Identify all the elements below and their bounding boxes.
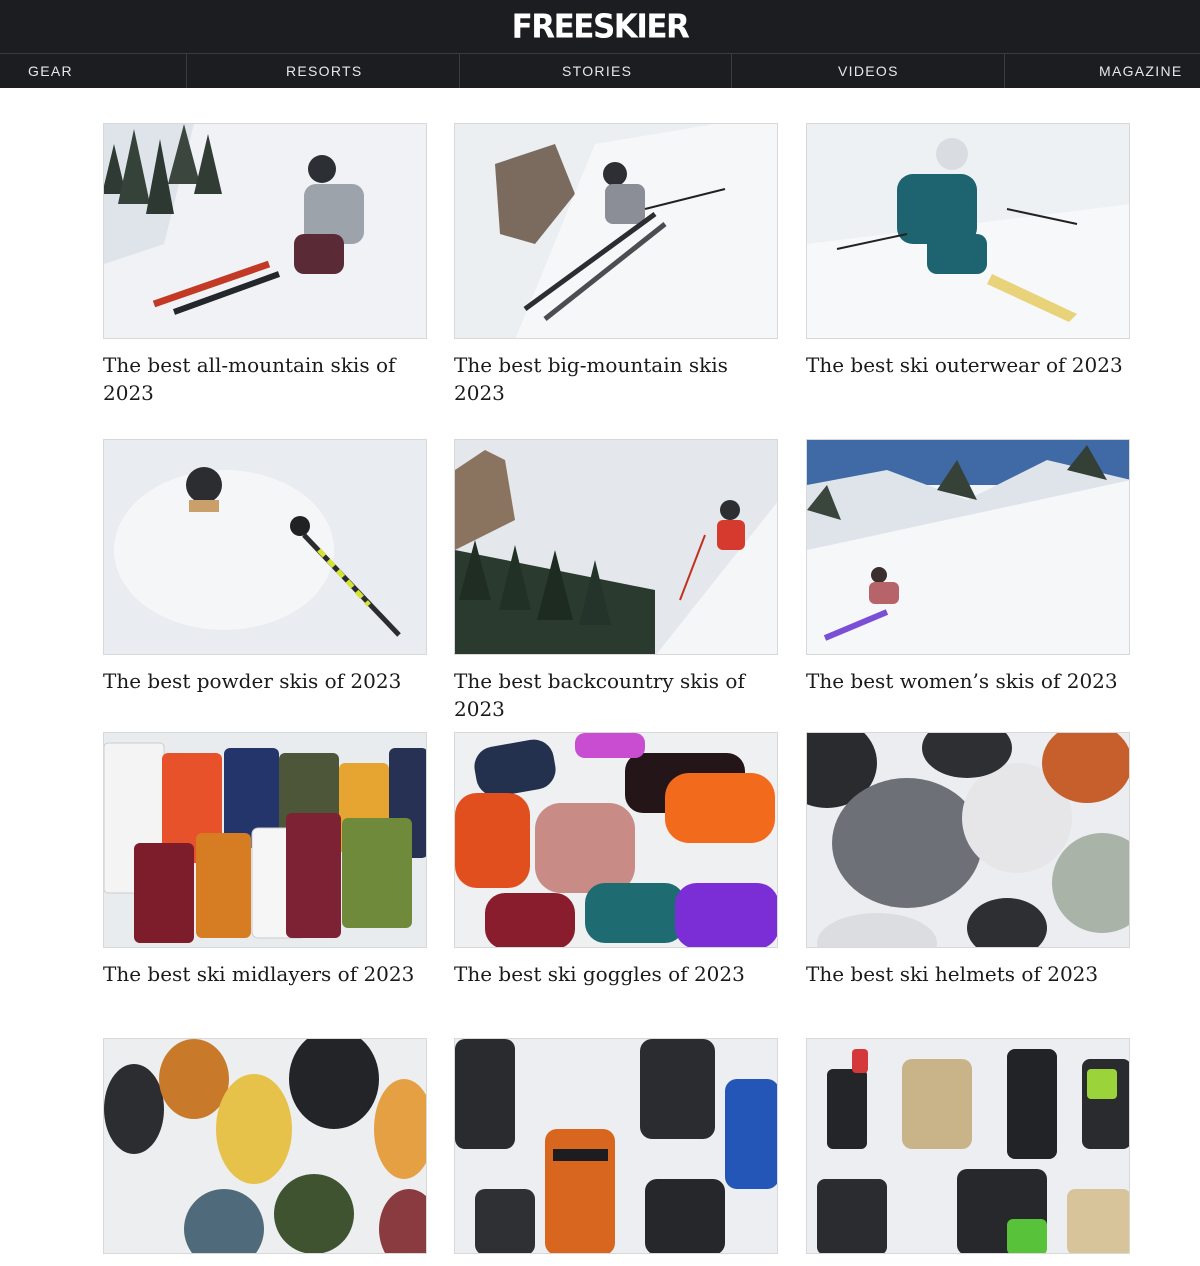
nav-resorts[interactable]: RESORTS [286,54,363,88]
nav-magazine[interactable]: MAGAZINE [1099,54,1183,88]
article-title[interactable]: The best ski helmets of 2023 [806,960,1130,988]
article-title[interactable]: The best ski outerwear of 2023 [806,351,1130,379]
article-thumbnail[interactable] [806,732,1130,948]
nav-stories[interactable]: STORIES [562,54,632,88]
article-card[interactable] [806,1038,1130,1266]
article-thumbnail[interactable] [454,439,778,655]
article-card[interactable]: The best ski helmets of 2023 [806,732,1130,988]
nav-divider [186,54,187,88]
article-title[interactable]: The best backcountry skis of 2023 [454,667,778,723]
article-title[interactable]: The best ski midlayers of 2023 [103,960,427,988]
article-thumbnail[interactable] [103,732,427,948]
article-title[interactable]: The best powder skis of 2023 [103,667,427,695]
article-thumbnail[interactable] [103,439,427,655]
article-card[interactable] [103,1038,427,1266]
article-thumbnail[interactable] [454,1038,778,1254]
article-card[interactable]: The best ski outerwear of 2023 [806,123,1130,379]
article-thumbnail[interactable] [103,123,427,339]
article-card[interactable]: The best powder skis of 2023 [103,439,427,695]
article-thumbnail[interactable] [806,123,1130,339]
article-card[interactable]: The best all-mountain skis of 2023 [103,123,427,407]
article-thumbnail[interactable] [806,439,1130,655]
article-thumbnail[interactable] [806,1038,1130,1254]
article-card[interactable]: The best backcountry skis of 2023 [454,439,778,723]
nav-divider [731,54,732,88]
article-thumbnail[interactable] [454,732,778,948]
article-title[interactable]: The best ski goggles of 2023 [454,960,778,988]
nav-divider [459,54,460,88]
main-nav: GEAR RESORTS STORIES VIDEOS MAGAZINE [0,53,1200,88]
article-card[interactable]: The best ski goggles of 2023 [454,732,778,988]
nav-videos[interactable]: VIDEOS [838,54,899,88]
article-title[interactable]: The best big-mountain skis 2023 [454,351,778,407]
article-title[interactable]: The best women’s skis of 2023 [806,667,1130,695]
article-card[interactable] [454,1038,778,1266]
article-title[interactable]: The best all-mountain skis of 2023 [103,351,427,407]
article-card[interactable]: The best big-mountain skis 2023 [454,123,778,407]
nav-gear[interactable]: GEAR [28,54,73,88]
site-header: FREESKIER [0,0,1200,53]
article-thumbnail[interactable] [454,123,778,339]
nav-divider [1004,54,1005,88]
article-card[interactable]: The best ski midlayers of 2023 [103,732,427,988]
site-logo[interactable]: FREESKIER [512,8,690,46]
article-card[interactable]: The best women’s skis of 2023 [806,439,1130,695]
article-thumbnail[interactable] [103,1038,427,1254]
